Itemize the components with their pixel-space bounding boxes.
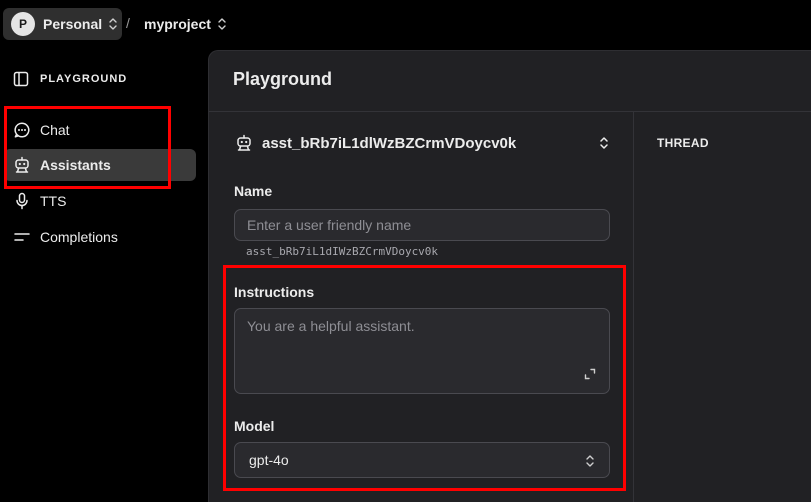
assistant-id-title: asst_bRb7iL1dlWzBZCrmVDoycv0k [262, 134, 517, 152]
sidebar-item-tts[interactable]: TTS [4, 185, 196, 217]
sidebar: PLAYGROUND Chat Assistants TTS Completio… [0, 50, 208, 502]
top-bar: P Personal / myproject [0, 0, 811, 50]
chevron-updown-icon [586, 455, 594, 467]
page-title: Playground [233, 69, 333, 89]
project-name: myproject [144, 16, 211, 32]
lines-icon [14, 233, 30, 241]
chevron-updown-icon[interactable] [598, 135, 610, 151]
sidebar-item-label: TTS [40, 193, 67, 209]
instructions-label: Instructions [234, 284, 315, 300]
thread-label: THREAD [657, 136, 709, 150]
robot-icon [237, 134, 251, 151]
org-name: Personal [43, 16, 103, 32]
assistant-selector[interactable]: asst_bRb7iL1dlWzBZCrmVDoycv0k [235, 134, 516, 152]
sidebar-item-label: Assistants [40, 157, 111, 173]
model-value: gpt-4o [249, 452, 289, 468]
name-input[interactable] [234, 209, 610, 241]
sidebar-panel-icon[interactable] [13, 71, 29, 87]
main-header: Playground [209, 51, 811, 112]
chevron-updown-icon [218, 18, 226, 30]
microphone-icon [16, 192, 28, 210]
expand-icon[interactable] [584, 368, 596, 380]
assistant-config-panel: asst_bRb7iL1dlWzBZCrmVDoycv0k Name asst_… [209, 112, 634, 502]
main-panel: Playground asst_bRb7iL1dlWzBZCrmVDoycv0k… [208, 50, 811, 502]
project-switcher[interactable]: myproject [144, 8, 227, 40]
chevron-updown-icon [109, 18, 117, 30]
robot-icon [15, 156, 29, 173]
avatar: P [11, 12, 35, 36]
model-label: Model [234, 418, 275, 434]
org-switcher[interactable]: P Personal [3, 8, 122, 40]
sidebar-item-label: Chat [40, 122, 70, 138]
sidebar-title: PLAYGROUND [40, 73, 128, 85]
sidebar-item-label: Completions [40, 229, 118, 245]
model-select[interactable]: gpt-4o [234, 442, 610, 478]
assistant-id-text: asst_bRb7iL1dIWzBZCrmVDoycv0k [246, 245, 439, 258]
sidebar-item-assistants[interactable]: Assistants [4, 149, 196, 181]
breadcrumb-separator: / [126, 15, 130, 31]
sidebar-item-chat[interactable]: Chat [4, 114, 196, 146]
instructions-input[interactable] [234, 308, 610, 394]
chat-bubble-icon [14, 122, 30, 138]
name-label: Name [234, 183, 273, 199]
sidebar-header: PLAYGROUND [13, 71, 127, 87]
sidebar-item-completions[interactable]: Completions [4, 221, 196, 253]
